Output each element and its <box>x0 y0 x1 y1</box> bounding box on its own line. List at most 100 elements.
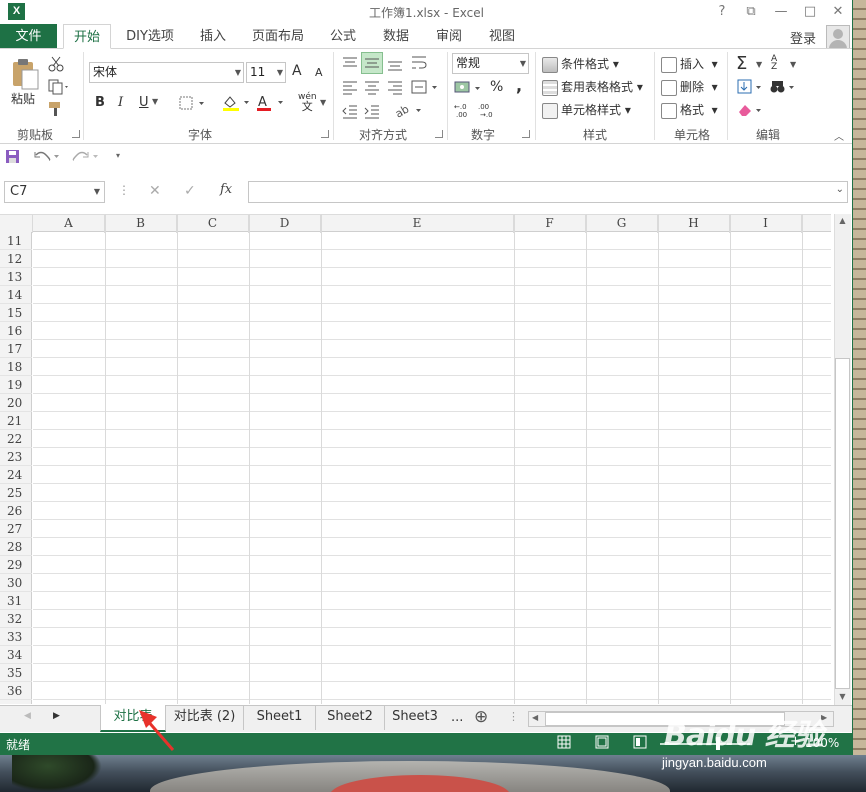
align-middle-icon[interactable] <box>361 52 383 74</box>
tab-data[interactable]: 数据 <box>377 24 415 49</box>
tab-splitter-icon[interactable]: ⋮ <box>508 710 519 723</box>
italic-button[interactable]: I <box>118 95 123 110</box>
chevron-down-icon[interactable]: ▼ <box>320 98 326 107</box>
insert-function-button[interactable]: fx <box>220 182 232 197</box>
page-break-view-icon[interactable] <box>631 735 649 752</box>
formula-input[interactable]: ⌄ <box>248 181 848 203</box>
paste-button[interactable]: 粘贴 <box>11 90 35 108</box>
name-box[interactable]: C7 ▼ <box>4 181 105 203</box>
customize-qat-icon[interactable]: ▾ <box>116 151 120 160</box>
chevron-down-icon[interactable]: ▼ <box>790 60 796 69</box>
close-button[interactable]: ✕ <box>828 3 848 20</box>
font-size-select[interactable]: 11 ▼ <box>246 62 286 83</box>
cancel-entry-button[interactable]: ✕ <box>149 183 161 199</box>
row-header[interactable]: 12 <box>0 250 32 268</box>
row-header[interactable]: 25 <box>0 484 32 502</box>
column-header[interactable]: B <box>105 215 177 233</box>
next-sheet-icon[interactable]: ▶ <box>53 711 60 721</box>
sheet-tab[interactable]: Sheet1 <box>244 705 316 730</box>
shrink-font-button[interactable]: A <box>315 66 323 79</box>
format-as-table-button[interactable]: 套用表格格式 ▾ <box>542 78 643 96</box>
row-header[interactable]: 26 <box>0 502 32 520</box>
insert-cells-button[interactable]: 插入 ▾ <box>661 55 718 73</box>
minimize-button[interactable]: — <box>771 3 791 20</box>
clear-icon[interactable] <box>737 102 765 121</box>
tab-review[interactable]: 审阅 <box>430 24 468 49</box>
row-header[interactable]: 30 <box>0 574 32 592</box>
tab-formulas[interactable]: 公式 <box>324 24 362 49</box>
phonetic-guide-button[interactable]: wén 文 <box>298 93 317 113</box>
delete-cells-button[interactable]: 删除 ▾ <box>661 78 718 96</box>
avatar-icon[interactable] <box>826 25 850 49</box>
align-left-icon[interactable] <box>341 78 359 99</box>
align-bottom-icon[interactable] <box>386 54 404 75</box>
chevron-down-icon[interactable]: ▼ <box>756 60 762 69</box>
wrap-text-icon[interactable] <box>410 54 428 75</box>
font-name-select[interactable]: 宋体 ▼ <box>89 62 244 83</box>
prev-sheet-icon[interactable]: ◀ <box>24 711 31 721</box>
merge-center-icon[interactable] <box>410 78 440 99</box>
copy-icon[interactable] <box>48 79 70 98</box>
row-header[interactable]: 22 <box>0 430 32 448</box>
more-sheets-button[interactable]: ... <box>451 710 463 725</box>
column-header[interactable]: G <box>586 215 658 233</box>
chevron-down-icon[interactable]: ▼ <box>152 97 158 106</box>
undo-icon[interactable] <box>33 148 63 167</box>
decrease-decimal-icon[interactable]: .00 →.0 <box>478 101 498 122</box>
row-header[interactable]: 16 <box>0 322 32 340</box>
grow-font-button[interactable]: A <box>292 63 302 79</box>
cell-styles-button[interactable]: 单元格样式 ▾ <box>542 101 631 119</box>
row-header[interactable]: 23 <box>0 448 32 466</box>
cut-icon[interactable] <box>48 56 64 75</box>
font-color-icon[interactable]: A <box>256 94 286 115</box>
tab-view[interactable]: 视图 <box>483 24 521 49</box>
alignment-launcher-icon[interactable] <box>435 130 443 138</box>
font-launcher-icon[interactable] <box>321 130 329 138</box>
page-layout-view-icon[interactable] <box>593 735 611 752</box>
underline-button[interactable]: U <box>139 95 149 110</box>
login-link[interactable]: 登录 <box>790 28 816 47</box>
cell-grid[interactable] <box>33 232 831 704</box>
row-header[interactable]: 29 <box>0 556 32 574</box>
row-header[interactable]: 36 <box>0 682 32 700</box>
sheet-tab[interactable]: Sheet2 <box>316 705 385 730</box>
row-header[interactable]: 19 <box>0 376 32 394</box>
format-cells-button[interactable]: 格式 ▾ <box>661 101 718 119</box>
tab-insert[interactable]: 插入 <box>194 24 232 49</box>
find-select-icon[interactable] <box>770 79 798 98</box>
row-header[interactable]: 32 <box>0 610 32 628</box>
column-header[interactable]: H <box>658 215 730 233</box>
increase-decimal-icon[interactable]: ←.0.00 <box>454 101 474 122</box>
fill-icon[interactable] <box>737 79 765 98</box>
fill-color-icon[interactable] <box>222 94 252 115</box>
row-header[interactable]: 18 <box>0 358 32 376</box>
tab-page-layout[interactable]: 页面布局 <box>247 24 309 49</box>
help-button[interactable]: ? <box>712 3 732 20</box>
orientation-icon[interactable]: ab <box>393 101 424 122</box>
tab-file[interactable]: 文件 <box>0 24 57 49</box>
number-format-select[interactable]: 常规 ▼ <box>452 53 529 74</box>
save-icon[interactable] <box>5 149 20 167</box>
border-icon[interactable] <box>179 96 207 113</box>
column-header[interactable]: C <box>177 215 249 233</box>
enter-entry-button[interactable]: ✓ <box>184 183 196 199</box>
row-header[interactable]: 15 <box>0 304 32 322</box>
collapse-ribbon-icon[interactable]: ︿ <box>834 128 844 143</box>
column-header[interactable]: E <box>321 215 514 233</box>
decrease-indent-icon[interactable] <box>341 102 359 123</box>
scroll-down-icon[interactable]: ▼ <box>835 692 850 701</box>
scroll-up-icon[interactable]: ▲ <box>835 216 850 225</box>
row-header[interactable]: 34 <box>0 646 32 664</box>
column-header[interactable]: A <box>33 215 105 233</box>
bold-button[interactable]: B <box>95 95 105 110</box>
conditional-format-button[interactable]: 条件格式 ▾ <box>542 55 619 73</box>
align-right-icon[interactable] <box>386 78 404 99</box>
row-header[interactable]: 13 <box>0 268 32 286</box>
column-header[interactable]: D <box>249 215 321 233</box>
row-header[interactable]: 27 <box>0 520 32 538</box>
column-header[interactable]: I <box>730 215 802 233</box>
row-header[interactable]: 24 <box>0 466 32 484</box>
row-header[interactable]: 28 <box>0 538 32 556</box>
accounting-format-icon[interactable] <box>454 79 484 100</box>
clipboard-launcher-icon[interactable] <box>72 130 80 138</box>
